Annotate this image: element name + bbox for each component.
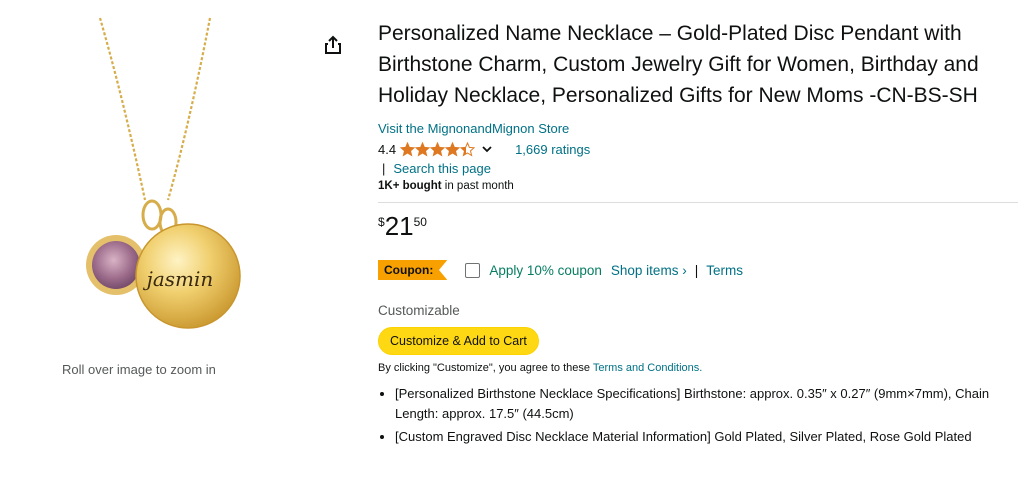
coupon-row: Coupon: Apply 10% coupon Shop items › | … [378,259,1018,281]
price-fraction: 50 [413,215,427,229]
star-rating[interactable] [400,141,476,157]
chevron-down-icon[interactable] [481,143,493,155]
terms-conditions-link[interactable]: Terms and Conditions. [593,362,702,374]
price-whole: 21 [384,211,414,241]
customizable-label: Customizable [378,303,460,318]
bought-bold: 1K+ bought [378,180,442,192]
share-icon [325,35,341,54]
star-icon [400,141,416,157]
product-details: Personalized Name Necklace – Gold-Plated… [378,18,1018,450]
agree-text: By clicking "Customize", you agree to th… [378,362,593,374]
store-link[interactable]: Visit the MignonandMignon Store [378,120,1018,137]
star-icon [415,141,431,157]
coupon-checkbox[interactable] [465,262,481,278]
list-item: [Custom Engraved Disc Necklace Material … [395,427,1018,447]
separator: | [694,262,699,278]
feature-bullets: [Personalized Birthstone Necklace Specif… [378,384,1018,447]
shop-items-link[interactable]: Shop items › [611,263,687,278]
rating-row: 4.4 1,669 ratings [378,139,1018,159]
customize-agreement: By clicking "Customize", you agree to th… [378,362,1018,374]
coupon-terms-link[interactable]: Terms [706,263,743,278]
divider [378,202,1018,203]
star-icon [430,141,446,157]
bought-count: 1K+ bought in past month [378,180,1018,192]
share-button[interactable] [322,34,344,56]
apply-coupon-label[interactable]: Apply 10% coupon [489,263,602,278]
rating-value: 4.4 [378,141,397,157]
zoom-hint: Roll over image to zoom in [62,362,216,377]
coupon-badge: Coupon: [378,260,448,280]
price: $ 21 50 [378,211,1018,247]
search-page-row: | Search this page [378,160,1018,178]
star-icon [445,141,461,157]
customize-add-to-cart-button[interactable]: Customize & Add to Cart [378,327,539,355]
ratings-count-link[interactable]: 1,669 ratings [515,142,590,157]
separator: | [382,161,386,176]
product-title: Personalized Name Necklace – Gold-Plated… [378,22,979,107]
star-icon [460,141,476,157]
price-symbol: $ [378,215,385,229]
engraving-text: jasmin [143,267,214,291]
search-page-link[interactable]: Search this page [393,161,491,176]
bought-rest: in past month [441,180,514,192]
image-gallery: jasmin Roll over image to zoom in [40,0,340,479]
list-item: [Personalized Birthstone Necklace Specif… [395,384,1018,424]
product-image[interactable]: jasmin [60,10,280,340]
